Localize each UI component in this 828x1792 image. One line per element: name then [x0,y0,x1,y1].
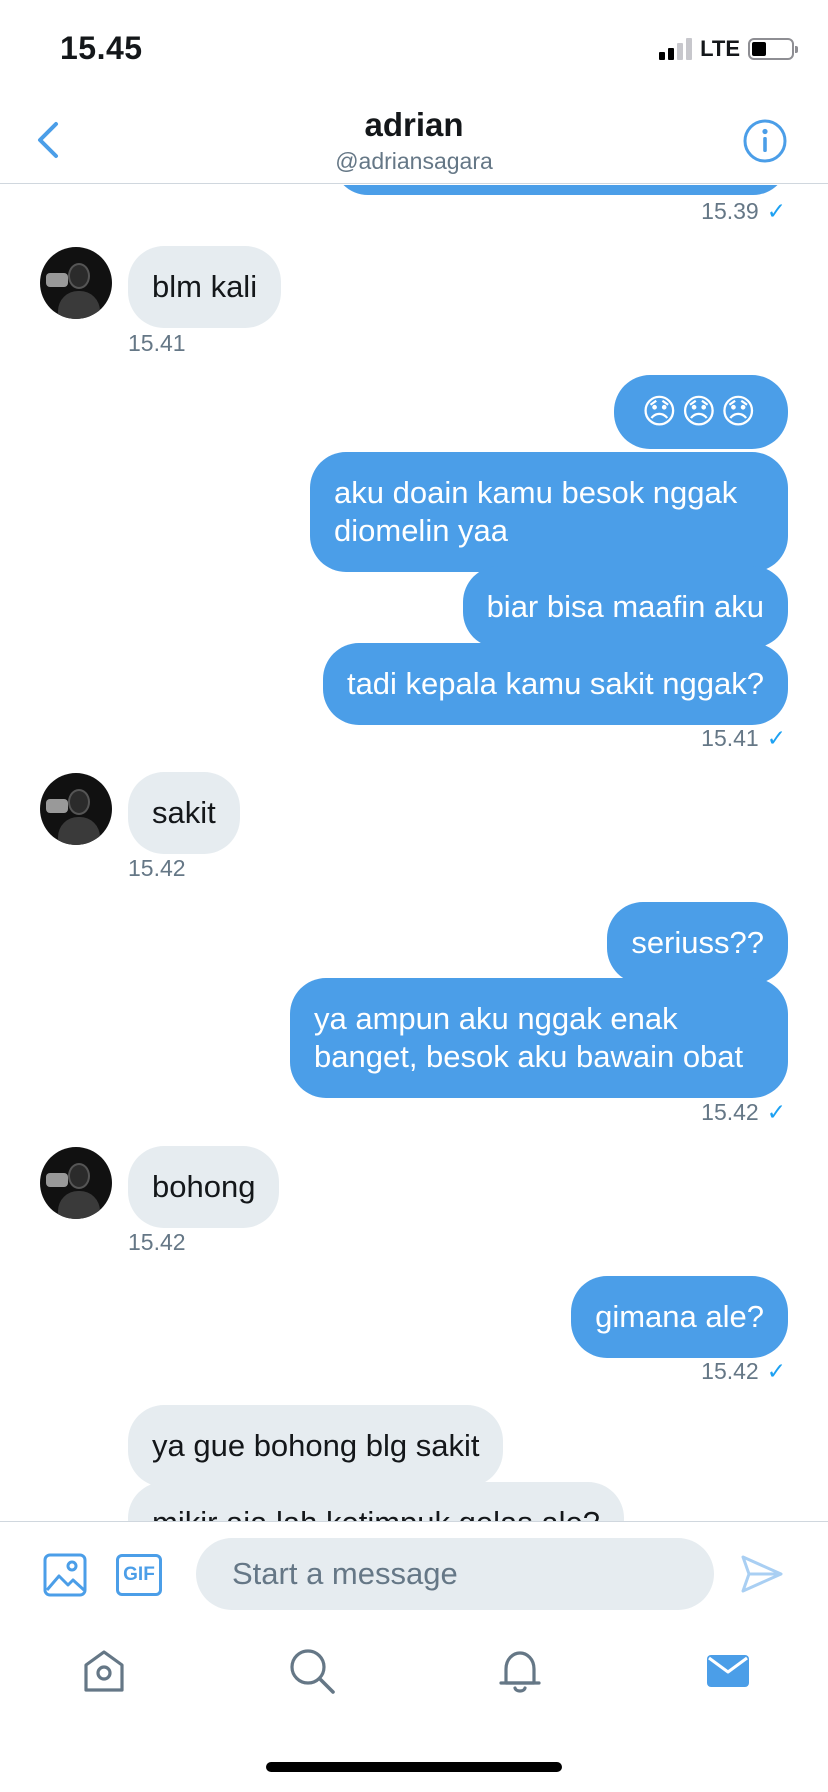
message-list[interactable]: 15.39 ✓ blm kali 15.41 😞😞😞 aku doain kamu… [0,185,828,1521]
mail-icon [707,1655,749,1687]
send-button[interactable] [740,1552,784,1596]
message-timestamp: 15.41 ✓ [701,725,786,751]
message-bubble-incoming[interactable]: ya gue bohong blg sakit [128,1405,504,1487]
conversation-handle: @adriansagara [335,148,493,174]
tab-notifications[interactable] [496,1647,544,1695]
message-input[interactable] [196,1538,714,1610]
home-icon [84,1650,124,1692]
avatar[interactable] [40,773,112,845]
conversation-header: adrian @adriansagara [0,92,828,184]
read-check-icon: ✓ [766,1099,786,1125]
info-icon [743,119,787,163]
tab-bar [0,1625,828,1725]
image-icon [43,1553,87,1597]
message-bubble-outgoing[interactable]: 😞😞😞 [613,375,788,449]
info-button[interactable] [742,118,788,164]
message-timestamp: 15.41 [128,330,186,356]
tab-search[interactable] [288,1647,336,1695]
message-bubble-incoming[interactable]: bohong [128,1146,280,1228]
status-bar: 15.45 LTE [0,0,828,92]
home-indicator[interactable] [266,1762,562,1772]
media-button[interactable] [42,1552,88,1598]
message-timestamp: 15.42 [128,855,186,881]
tab-messages[interactable] [704,1647,752,1695]
battery-icon [748,38,798,60]
send-icon [741,1555,783,1593]
bell-icon [499,1651,541,1693]
gif-button[interactable]: GIF [116,1554,162,1596]
avatar[interactable] [40,1147,112,1219]
message-composer: GIF [0,1521,828,1625]
message-bubble-outgoing[interactable]: aku doain kamu besok nggak diomelin yaa [310,452,788,572]
read-check-icon: ✓ [766,198,786,224]
message-bubble-incoming[interactable]: sakit [128,772,240,854]
message-timestamp: 15.39 ✓ [701,198,786,224]
message-timestamp: 15.42 [128,1229,186,1255]
message-bubble-outgoing[interactable]: seriuss?? [607,902,788,984]
signal-icon [659,38,693,60]
read-check-icon: ✓ [766,1358,786,1384]
message-bubble-outgoing[interactable]: gimana ale? [571,1276,788,1358]
search-icon [290,1649,335,1694]
message-bubble-outgoing[interactable]: tadi kepala kamu sakit nggak? [322,643,788,725]
message-bubble-outgoing[interactable]: ya ampun aku nggak enak banget, besok ak… [290,978,788,1098]
message-timestamp: 15.42 ✓ [701,1358,786,1384]
message-timestamp: 15.42 ✓ [701,1099,786,1125]
status-indicators: LTE [659,36,798,62]
tab-home[interactable] [80,1647,128,1695]
avatar[interactable] [40,247,112,319]
message-bubble-outgoing[interactable] [333,185,788,195]
message-bubble-outgoing[interactable]: biar bisa maafin aku [462,566,788,648]
network-label: LTE [700,36,740,61]
status-time: 15.45 [60,30,143,66]
message-bubble-incoming[interactable]: blm kali [128,246,282,328]
message-bubble-incoming[interactable]: mikir aja lah ketimpuk gelas ale? [128,1482,624,1521]
read-check-icon: ✓ [766,725,786,751]
conversation-title[interactable]: adrian [0,106,828,144]
